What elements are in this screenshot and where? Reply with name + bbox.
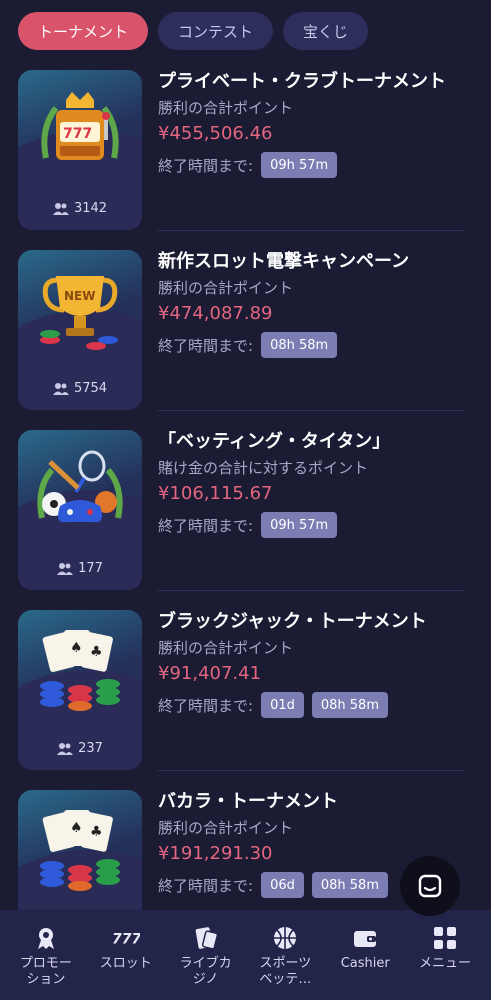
tournament-card[interactable]: 177 「ベッティング・タイタン」 賭け金の合計に対するポイント ¥106,11… [18, 430, 463, 592]
player-count: 177 [18, 561, 142, 576]
svg-text:♠: ♠ [70, 640, 83, 656]
prize-amount: ¥474,087.89 [158, 303, 273, 324]
chat-icon [418, 874, 442, 898]
nav-promotions[interactable]: プロモー ション [6, 910, 86, 1000]
nav-label: プロモー ション [19, 956, 72, 987]
cards-chips-icon: ♠ ♣ [40, 810, 120, 891]
tournament-card[interactable]: 777 3142 プライベート・クラブトーナメント 勝利の合計ポイント ¥455… [18, 70, 463, 232]
prize-amount: ¥455,506.46 [158, 123, 273, 144]
svg-text:NEW: NEW [64, 289, 95, 303]
tournament-subtitle: 勝利の合計ポイント [158, 279, 294, 297]
svg-text:♠: ♠ [70, 820, 83, 836]
svg-text:♣: ♣ [90, 824, 103, 840]
users-icon [57, 742, 74, 755]
divider [158, 410, 463, 411]
time-remaining-label: 終了時間まで: [158, 336, 254, 355]
tournament-card[interactable]: NEW 5754 新作スロット電撃キャンペーン 勝利の合計ポイント ¥474,0… [18, 250, 463, 412]
slot-machine-icon: 777 [41, 92, 119, 160]
nav-cashier[interactable]: Cashier [325, 910, 405, 1000]
time-remaining: 終了時間まで: 09h 57m [158, 152, 491, 178]
sports-icon [37, 450, 123, 523]
divider [158, 230, 463, 231]
nav-menu[interactable]: メニュー [405, 910, 485, 1000]
player-count: 237 [18, 741, 142, 756]
tournament-title[interactable]: ブラックジャック・トーナメント [158, 610, 491, 634]
777-icon: 777 [112, 924, 140, 952]
player-count-value: 5754 [73, 381, 108, 396]
users-icon [52, 382, 69, 395]
time-remaining-label: 終了時間まで: [158, 156, 254, 175]
wallet-icon [351, 924, 379, 952]
cards-chips-icon: ♠ ♣ [40, 630, 120, 711]
player-count: 5754 [18, 381, 142, 396]
tab-lottery[interactable]: 宝くじ [283, 12, 369, 50]
nav-label: メニュー [419, 956, 472, 971]
tournament-info: 新作スロット電撃キャンペーン 勝利の合計ポイント ¥474,087.89 終了時… [158, 250, 491, 358]
tournament-info: 「ベッティング・タイタン」 賭け金の合計に対するポイント ¥106,115.67… [158, 430, 491, 538]
divider [158, 770, 463, 771]
tournament-subtitle: 勝利の合計ポイント [158, 639, 294, 657]
time-chip-days: 06d [261, 872, 304, 898]
nav-label: スポーツ ベッテ… [259, 956, 312, 987]
time-remaining-label: 終了時間まで: [158, 696, 254, 715]
tab-tournaments[interactable]: トーナメント [18, 12, 149, 50]
medal-icon [32, 924, 60, 952]
users-icon [52, 202, 69, 215]
tournament-thumbnail[interactable]: NEW 5754 [18, 250, 142, 410]
time-remaining: 終了時間まで: 08h 58m [158, 332, 491, 358]
tournament-title[interactable]: 新作スロット電撃キャンペーン [158, 250, 491, 274]
time-chip: 08h 58m [311, 872, 388, 898]
time-remaining-label: 終了時間まで: [158, 516, 254, 535]
svg-text:777: 777 [112, 932, 140, 948]
time-chip: 09h 57m [261, 152, 338, 178]
tournament-info: プライベート・クラブトーナメント 勝利の合計ポイント ¥455,506.46 終… [158, 70, 491, 178]
svg-text:777: 777 [63, 126, 92, 142]
tournament-title[interactable]: バカラ・トーナメント [158, 790, 491, 814]
time-remaining-label: 終了時間まで: [158, 876, 254, 895]
svg-text:♣: ♣ [90, 644, 103, 660]
tournament-thumbnail[interactable]: 177 [18, 430, 142, 590]
player-count-value: 3142 [73, 201, 108, 216]
prize-amount: ¥106,115.67 [158, 483, 273, 504]
tournament-thumbnail[interactable]: ♠ ♣ 237 [18, 610, 142, 770]
tournament-thumbnail[interactable]: 777 3142 [18, 70, 142, 230]
time-chip-days: 01d [261, 692, 304, 718]
tab-contests[interactable]: コンテスト [158, 12, 274, 50]
grid-icon [431, 924, 459, 952]
nav-label: スロット [99, 956, 152, 971]
nav-label: Cashier [340, 956, 390, 971]
player-count: 3142 [18, 201, 142, 216]
divider [158, 590, 463, 591]
time-remaining: 終了時間まで: 01d 08h 58m [158, 692, 491, 718]
tournament-card[interactable]: ♠ ♣ 237 ブラックジャック・トーナメント 勝利の合計ポイント ¥91,40… [18, 610, 463, 772]
prize-amount: ¥91,407.41 [158, 663, 262, 684]
tournament-subtitle: 勝利の合計ポイント [158, 819, 294, 837]
nav-live-casino[interactable]: ライブカ ジノ [166, 910, 246, 1000]
time-chip: 08h 58m [261, 332, 338, 358]
tournament-subtitle: 賭け金の合計に対するポイント [158, 459, 369, 477]
time-chip: 09h 57m [261, 512, 338, 538]
trophy-icon: NEW [40, 276, 118, 350]
chat-button[interactable] [400, 856, 460, 916]
bottom-navigation: プロモー ション 777 スロット ライブカ ジノ スポーツ ベッテ… Cash… [0, 910, 491, 1000]
nav-slots[interactable]: 777 スロット [86, 910, 166, 1000]
player-count-value: 237 [78, 741, 103, 756]
time-remaining: 終了時間まで: 09h 57m [158, 512, 491, 538]
basketball-icon [271, 924, 299, 952]
tournament-subtitle: 勝利の合計ポイント [158, 99, 294, 117]
tournament-info: ブラックジャック・トーナメント 勝利の合計ポイント ¥91,407.41 終了時… [158, 610, 491, 718]
player-count-value: 177 [78, 561, 103, 576]
nav-label: ライブカ ジノ [179, 956, 232, 987]
live-casino-icon [192, 924, 220, 952]
nav-sports-betting[interactable]: スポーツ ベッテ… [245, 910, 325, 1000]
time-chip: 08h 58m [311, 692, 388, 718]
category-tabs: トーナメント コンテスト 宝くじ [18, 12, 491, 50]
tournament-title[interactable]: プライベート・クラブトーナメント [158, 70, 491, 94]
tournament-title[interactable]: 「ベッティング・タイタン」 [158, 430, 491, 454]
users-icon [57, 562, 74, 575]
